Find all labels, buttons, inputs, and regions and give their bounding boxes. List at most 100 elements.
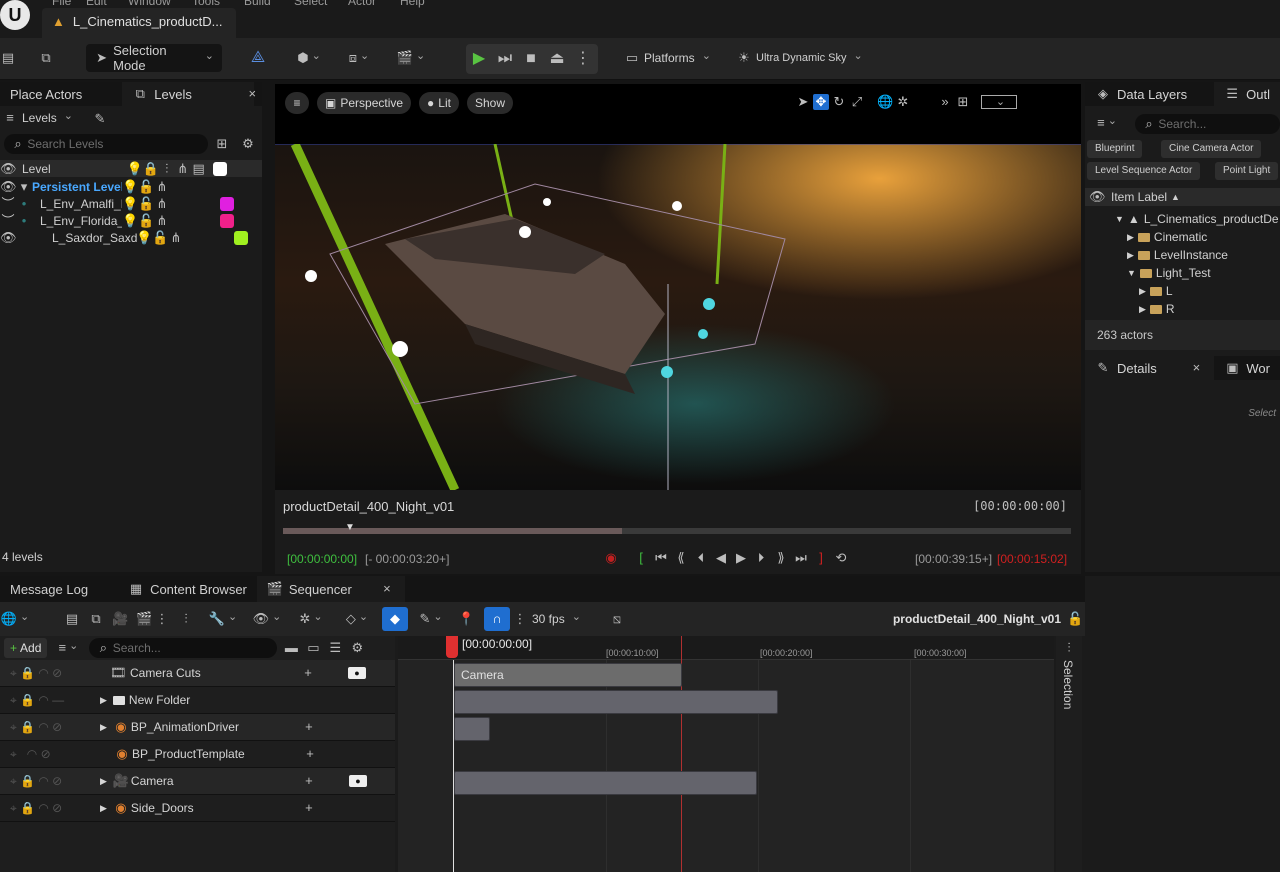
- collapse-arrow-icon[interactable]: ▼: [1115, 214, 1124, 224]
- eject-icon[interactable]: ⏏: [544, 51, 570, 67]
- menu-file[interactable]: File: [52, 0, 71, 8]
- filter-chip-blueprint[interactable]: Blueprint: [1087, 140, 1143, 158]
- step-back-icon[interactable]: ⏴: [693, 550, 709, 566]
- auto-key-icon[interactable]: ◆: [382, 607, 408, 631]
- filter-icon[interactable]: ≡: [1093, 115, 1121, 131]
- show-button[interactable]: Show: [466, 92, 514, 114]
- level-row[interactable]: 👁 L_Saxdor_Saxd 💡 🔓 ⋔: [0, 229, 262, 246]
- perspective-button[interactable]: ▣ Perspective: [317, 92, 412, 114]
- settings-gear-icon[interactable]: ⚙: [240, 136, 256, 152]
- tab-levels[interactable]: ⧉ Levels: [122, 82, 255, 106]
- tree-item[interactable]: ▶ L: [1085, 282, 1280, 300]
- add-level-icon[interactable]: ⊞: [214, 136, 230, 152]
- playback-options-icon[interactable]: ✲: [296, 611, 326, 627]
- track-search-input[interactable]: ⌕ Search...: [89, 638, 278, 658]
- world-icon[interactable]: 🌐: [0, 611, 30, 627]
- browse-icon[interactable]: ⧉: [38, 50, 54, 66]
- tab-outliner[interactable]: ☰ Outl: [1214, 82, 1280, 106]
- track-row[interactable]: ⌖ 🔒 ◠ ⊘ ▶ ◉ Side_Doors +: [0, 795, 395, 822]
- close-icon[interactable]: ×: [1188, 360, 1204, 376]
- menu-edit[interactable]: Edit: [86, 0, 107, 8]
- expand-arrow-icon[interactable]: ▶: [1127, 232, 1134, 243]
- record-icon[interactable]: ◉: [603, 550, 619, 566]
- item-label-header[interactable]: Item Label: [1111, 190, 1167, 204]
- fps-dropdown[interactable]: 30 fps: [532, 612, 581, 626]
- camera-icon[interactable]: ●: [348, 775, 367, 787]
- stop-icon[interactable]: ■: [518, 51, 544, 67]
- play-icon[interactable]: ▶: [466, 51, 492, 67]
- level-color-swatch[interactable]: [234, 230, 248, 245]
- viewport-red-time[interactable]: [00:00:15:02]: [997, 552, 1067, 566]
- sky-dropdown[interactable]: ☀ Ultra Dynamic Sky: [736, 50, 863, 66]
- start-bracket-icon[interactable]: [: [633, 550, 649, 566]
- tab-world-settings[interactable]: ▣ Wor: [1214, 356, 1280, 380]
- add-key-icon[interactable]: +: [301, 719, 317, 735]
- visibility-eye-icon[interactable]: 👁: [0, 230, 17, 246]
- viewport-offset-time[interactable]: [- 00:00:03:20+]: [365, 552, 449, 566]
- unreal-logo-icon[interactable]: U: [0, 0, 30, 30]
- browse-icon[interactable]: ⧉: [88, 611, 104, 627]
- scene-render[interactable]: [275, 142, 1081, 492]
- level-color-swatch[interactable]: [220, 196, 234, 211]
- outliner-search-input[interactable]: ⌕ Search...: [1135, 114, 1280, 134]
- close-icon[interactable]: ×: [244, 86, 260, 102]
- lock-icon[interactable]: 🔓: [152, 230, 168, 246]
- visibility-eye-icon[interactable]: ︶: [0, 213, 16, 229]
- hierarchy-icon[interactable]: ⋔: [168, 230, 184, 246]
- tab-message-log[interactable]: Message Log: [0, 576, 98, 602]
- modeling-icon[interactable]: ⟁: [250, 50, 266, 66]
- settings-gear-icon[interactable]: ⚙: [349, 640, 365, 656]
- hierarchy-icon[interactable]: ⋔: [154, 196, 170, 212]
- skip-start-icon[interactable]: ⏮: [653, 550, 669, 566]
- tab-content-browser[interactable]: ▦ Content Browser: [118, 576, 257, 602]
- snap-options-icon[interactable]: ⋮: [512, 611, 528, 627]
- tree-item[interactable]: ▼ ▲ L_Cinematics_productDe: [1085, 210, 1280, 228]
- add-key-icon[interactable]: +: [301, 773, 317, 789]
- end-bracket-icon[interactable]: ]: [813, 550, 829, 566]
- viewport-end-time[interactable]: [00:00:39:15+]: [915, 552, 992, 566]
- visibility-eye-icon[interactable]: ︶: [0, 196, 16, 212]
- save-icon[interactable]: ▤: [64, 611, 80, 627]
- key-diamond-icon[interactable]: ◇: [342, 611, 372, 627]
- tree-item[interactable]: ▶ Cinematic: [1085, 228, 1280, 246]
- expand-arrow-icon[interactable]: ▶: [100, 722, 107, 733]
- layout-icon[interactable]: ⊞: [955, 94, 971, 110]
- filter-chip-cine-camera[interactable]: Cine Camera Actor: [1161, 140, 1262, 158]
- add-key-icon[interactable]: +: [301, 800, 317, 816]
- viewport-layout-icon[interactable]: [981, 95, 1017, 109]
- lightbulb-icon[interactable]: 💡: [122, 179, 138, 195]
- snap-icon[interactable]: ✲: [895, 94, 911, 110]
- curve-pencil-icon[interactable]: ✎: [416, 611, 446, 627]
- add-actor-icon[interactable]: ⬢: [294, 50, 324, 66]
- lock-icon[interactable]: 🔓: [138, 179, 154, 195]
- move-icon[interactable]: ✥: [813, 94, 829, 110]
- track-row[interactable]: ⌖ ◠ ⊘ ◉ BP_ProductTemplate +: [0, 741, 395, 768]
- sliders-icon[interactable]: ⫶: [1061, 640, 1077, 656]
- level-viewport[interactable]: ≡ ▣ Perspective ● Lit Show ➤ ✥ ↻ ⤢ 🌐 ✲ » ⊞: [275, 84, 1081, 574]
- lightbulb-icon[interactable]: 💡: [122, 213, 138, 229]
- menu-window[interactable]: Window: [128, 0, 171, 8]
- world-icon[interactable]: 🌐: [877, 94, 893, 110]
- menu-help[interactable]: Help: [400, 0, 425, 8]
- expand-arrow-icon[interactable]: ▶: [1127, 250, 1134, 261]
- camera-cut-section[interactable]: Camera: [454, 663, 682, 687]
- save-icon[interactable]: ▤: [0, 50, 16, 66]
- lightbulb-icon[interactable]: 💡: [136, 230, 152, 246]
- filter-icon[interactable]: ≡: [53, 640, 83, 656]
- render-movie-icon[interactable]: 🎥: [112, 611, 128, 627]
- more-tools-icon[interactable]: »: [937, 94, 953, 110]
- viewport-start-time[interactable]: [00:00:00:00]: [287, 552, 357, 566]
- edit-pencil-icon[interactable]: ✎: [92, 111, 108, 127]
- animation-driver-section[interactable]: [454, 717, 490, 741]
- lightbulb-icon[interactable]: 💡: [122, 196, 138, 212]
- tab-data-layers[interactable]: ◈ Data Layers: [1085, 82, 1214, 106]
- clapper-icon[interactable]: 🎬: [136, 611, 152, 627]
- level-column-header[interactable]: Level: [22, 162, 51, 176]
- track-row[interactable]: ⌖ 🔒 ◠ — ▶ New Folder: [0, 687, 395, 714]
- expand-arrow-icon[interactable]: ▶: [1139, 286, 1146, 297]
- add-track-button[interactable]: + Add: [4, 638, 48, 658]
- tab-sequencer[interactable]: 🎬 Sequencer ×: [256, 576, 405, 602]
- menu-select[interactable]: Select: [294, 0, 327, 8]
- time-ruler[interactable]: [00:00:10:00] [00:00:20:00] [00:00:30:00…: [398, 636, 1054, 660]
- menu-build[interactable]: Build: [244, 0, 271, 8]
